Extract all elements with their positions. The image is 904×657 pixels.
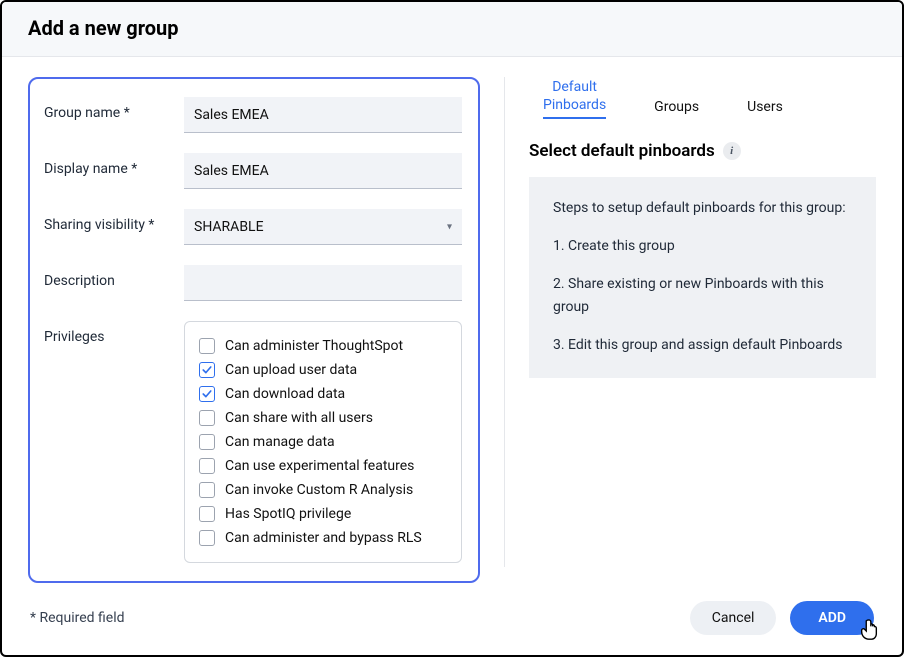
tab[interactable]: Default Pinboards (543, 79, 606, 119)
privilege-item: Can invoke Custom R Analysis (199, 478, 447, 502)
display-name-row: Display name * (44, 153, 462, 189)
privilege-checkbox[interactable] (199, 482, 215, 498)
description-input[interactable] (184, 265, 462, 301)
info-icon[interactable]: i (723, 142, 741, 160)
privilege-checkbox[interactable] (199, 434, 215, 450)
tab[interactable]: Users (747, 99, 783, 120)
group-name-input[interactable] (184, 97, 462, 133)
form-box: Group name * Display name * Sharing visi… (28, 77, 480, 583)
privilege-checkbox[interactable] (199, 362, 215, 378)
required-note: * Required field (30, 610, 125, 626)
cursor-pointer-icon (858, 619, 880, 641)
description-label: Description (44, 265, 184, 289)
privilege-checkbox[interactable] (199, 530, 215, 546)
privilege-label: Can share with all users (225, 410, 373, 426)
privilege-item: Can manage data (199, 430, 447, 454)
display-name-label: Display name * (44, 153, 184, 177)
cancel-button[interactable]: Cancel (690, 601, 777, 635)
info-step-2: 2. Share existing or new Pinboards with … (553, 273, 852, 321)
privileges-row: Privileges Can administer ThoughtSpotCan… (44, 321, 462, 563)
privilege-label: Can administer ThoughtSpot (225, 338, 403, 354)
privilege-label: Can manage data (225, 434, 335, 450)
add-button-label: ADD (818, 610, 846, 626)
dialog-footer: * Required field Cancel ADD (2, 587, 902, 655)
privilege-checkbox[interactable] (199, 410, 215, 426)
pinboards-panel: Default Pinboards Groups Users Select defa… (529, 77, 876, 587)
privilege-item: Can share with all users (199, 406, 447, 430)
tab[interactable]: Groups (654, 99, 699, 120)
info-heading: Steps to setup default pinboards for thi… (553, 197, 852, 221)
privilege-item: Can upload user data (199, 358, 447, 382)
group-name-label: Group name * (44, 97, 184, 121)
display-name-input[interactable] (184, 153, 462, 189)
privilege-item: Has SpotIQ privilege (199, 502, 447, 526)
dialog-body: Group name * Display name * Sharing visi… (2, 57, 902, 587)
privilege-label: Can administer and bypass RLS (225, 530, 422, 546)
section-title-row: Select default pinboards i (529, 141, 876, 161)
privilege-item: Can administer ThoughtSpot (199, 334, 447, 358)
description-row: Description (44, 265, 462, 301)
privilege-checkbox[interactable] (199, 386, 215, 402)
sharing-select[interactable] (184, 209, 462, 245)
privileges-label: Privileges (44, 321, 184, 345)
privilege-item: Can download data (199, 382, 447, 406)
privileges-box: Can administer ThoughtSpot Can upload use… (184, 321, 462, 563)
form-panel: Group name * Display name * Sharing visi… (28, 77, 480, 587)
privilege-label: Can use experimental features (225, 458, 414, 474)
privilege-checkbox[interactable] (199, 506, 215, 522)
privilege-item: Can use experimental features (199, 454, 447, 478)
privilege-label: Can download data (225, 386, 345, 402)
info-step-3: 3. Edit this group and assign default Pi… (553, 334, 852, 358)
dialog-title: Add a new group (28, 16, 876, 40)
privilege-item: Can administer and bypass RLS (199, 526, 447, 550)
info-step-1: 1. Create this group (553, 235, 852, 259)
vertical-divider (504, 77, 505, 567)
sharing-label: Sharing visibility * (44, 209, 184, 233)
privilege-checkbox[interactable] (199, 338, 215, 354)
dialog-header: Add a new group (2, 2, 902, 57)
group-name-row: Group name * (44, 97, 462, 133)
privilege-label: Can upload user data (225, 362, 357, 378)
tabs: Default Pinboards Groups Users (529, 79, 876, 119)
section-title: Select default pinboards (529, 141, 715, 161)
privilege-checkbox[interactable] (199, 458, 215, 474)
privilege-label: Has SpotIQ privilege (225, 506, 351, 522)
sharing-row: Sharing visibility * ▾ (44, 209, 462, 245)
add-button[interactable]: ADD (790, 601, 874, 635)
add-group-dialog: Add a new group Group name * Display nam… (0, 0, 904, 657)
info-box: Steps to setup default pinboards for thi… (529, 177, 876, 378)
privilege-label: Can invoke Custom R Analysis (225, 482, 413, 498)
